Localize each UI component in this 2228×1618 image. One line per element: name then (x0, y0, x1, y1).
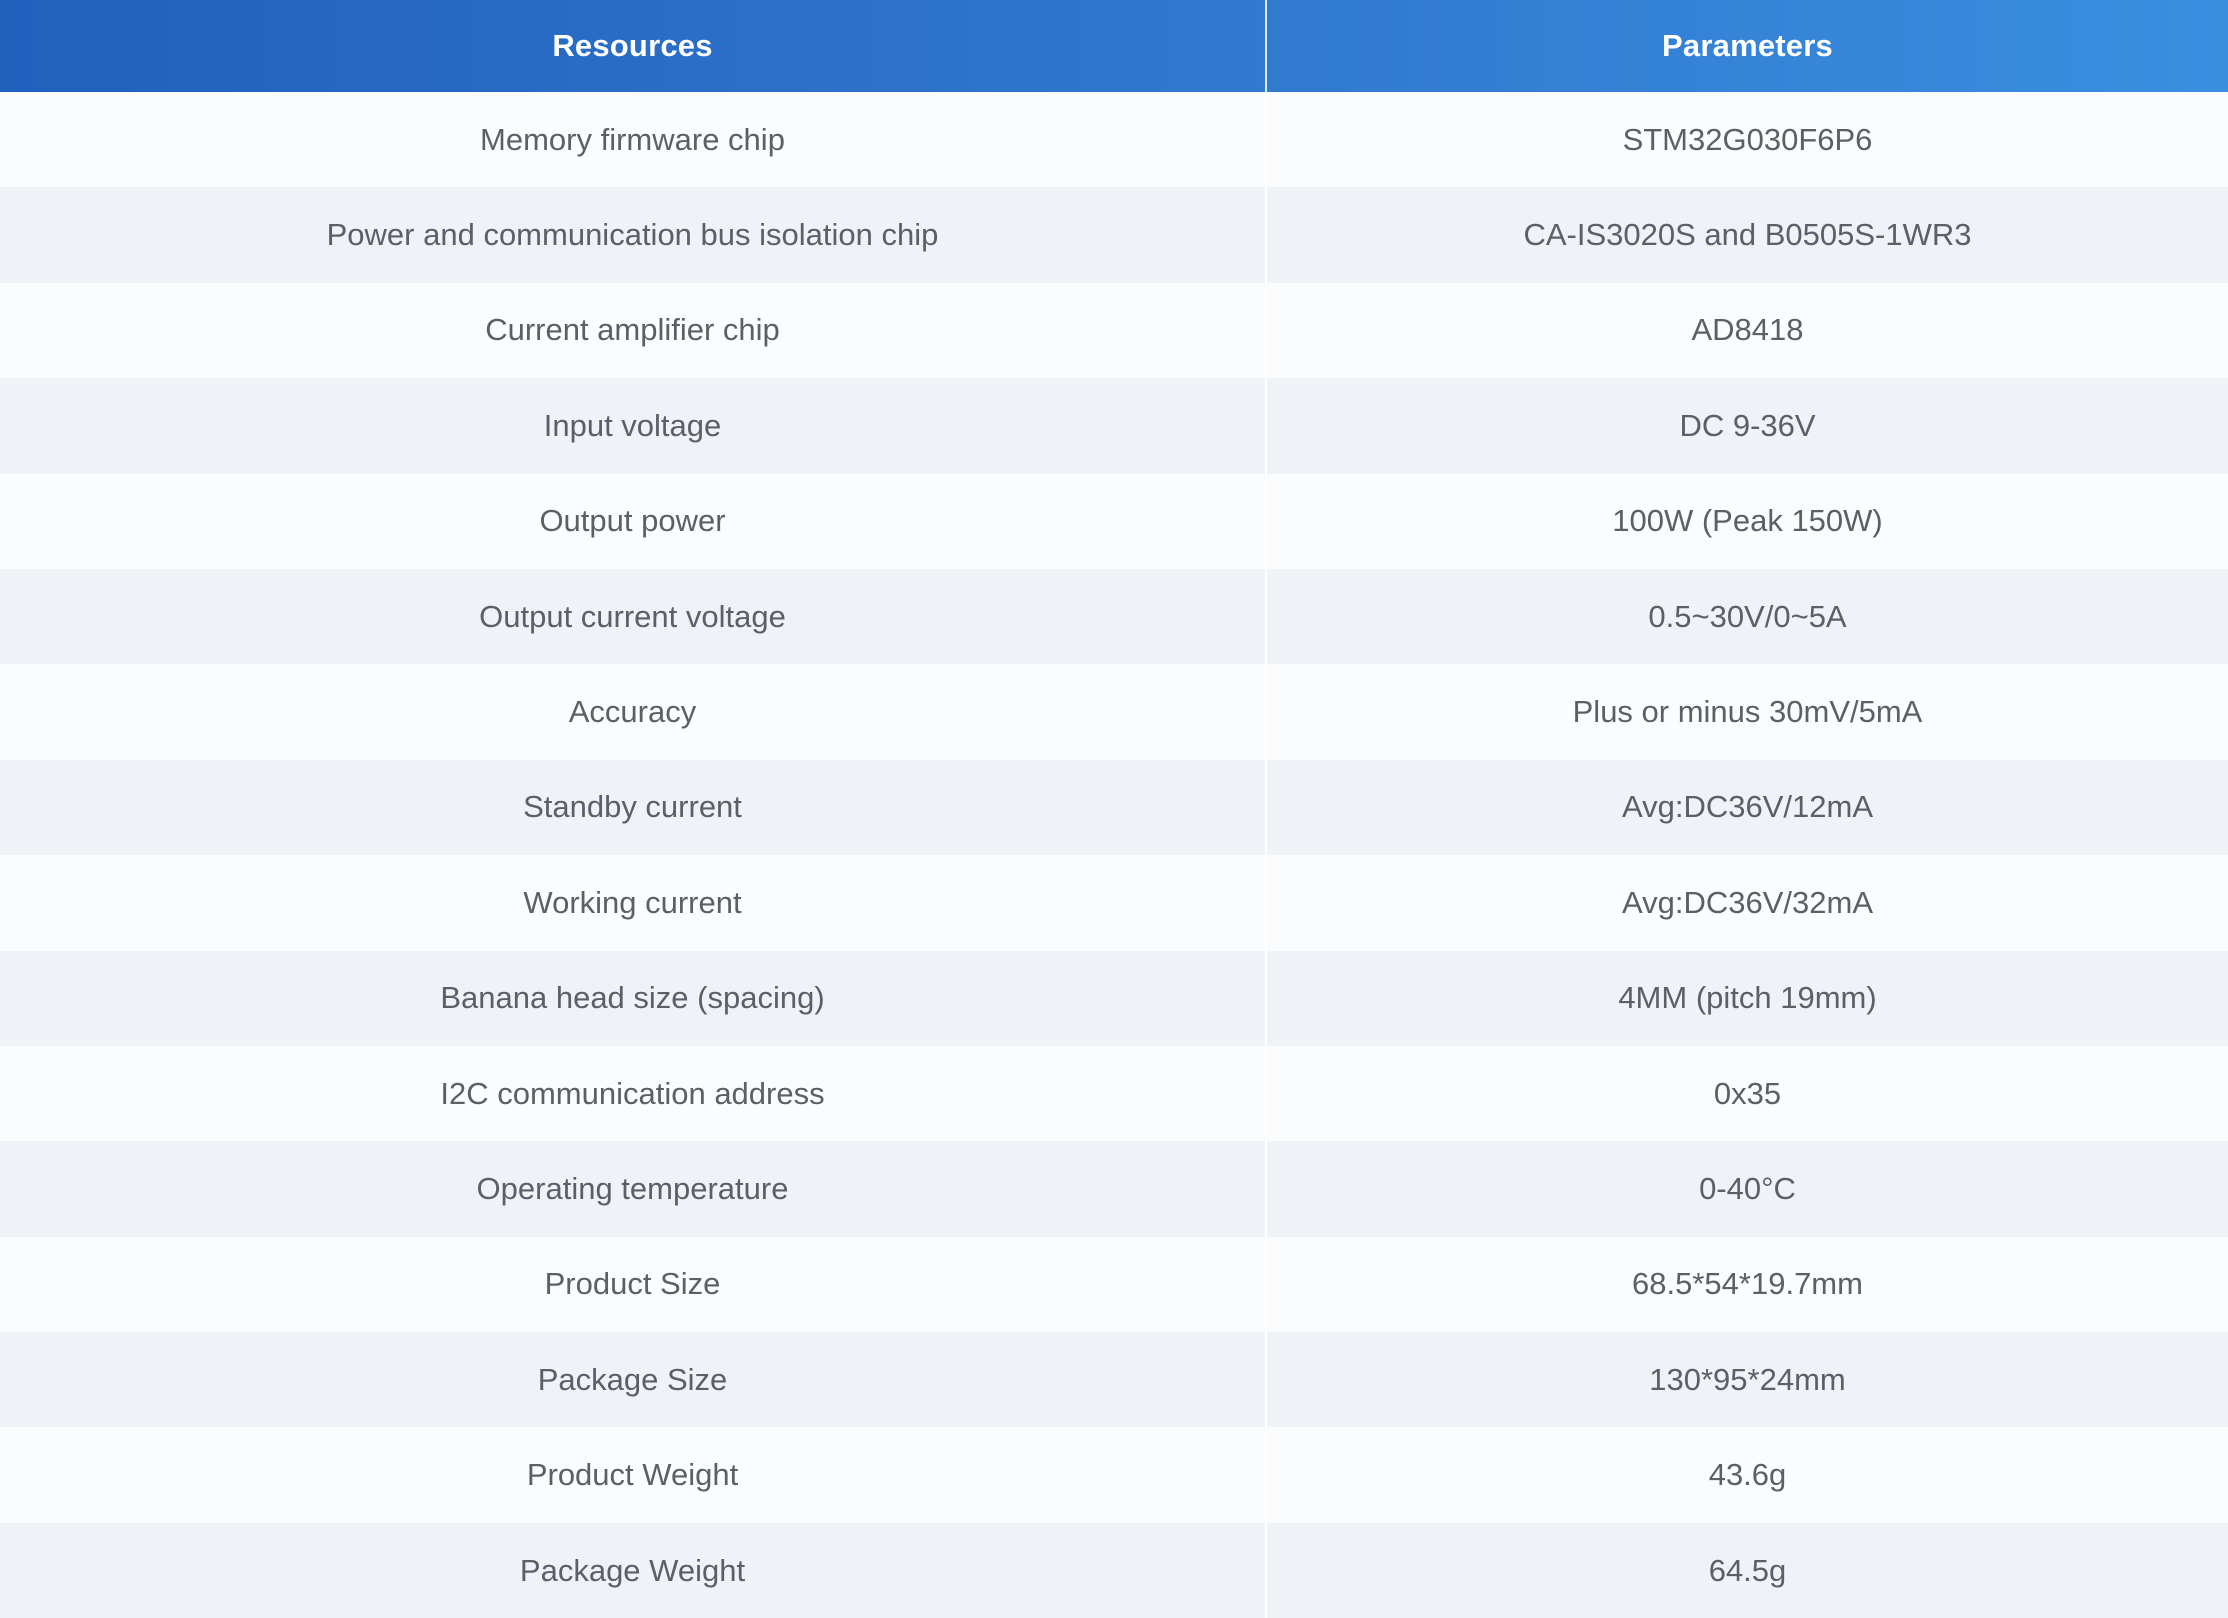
resource-cell: Product Weight (0, 1427, 1267, 1523)
resource-cell: Accuracy (0, 664, 1267, 760)
resource-cell: Product Size (0, 1236, 1267, 1333)
parameter-cell: AD8418 (1691, 312, 1804, 348)
table-row: Banana head size (spacing) 4MM (pitch 19… (0, 950, 2228, 1046)
parameter-cell: 0-40°C (1699, 1170, 1796, 1206)
resource-cell: Output power (0, 473, 1267, 569)
table-row: Power and communication bus isolation ch… (0, 187, 2228, 283)
resource-cell: Operating temperature (0, 1141, 1267, 1237)
parameter-cell: 4MM (pitch 19mm) (1618, 980, 1877, 1016)
parameter-cell: Plus or minus 30mV/5mA (1572, 694, 1923, 730)
parameter-cell: 64.5g (1708, 1552, 1787, 1588)
resource-cell: Output current voltage (0, 568, 1267, 665)
parameter-cell: 68.5*54*19.7mm (1632, 1266, 1863, 1302)
resource-cell: Power and communication bus isolation ch… (0, 187, 1267, 283)
resource-cell: Memory firmware chip (0, 92, 1267, 188)
parameter-cell: 0.5~30V/0~5A (1648, 598, 1847, 634)
resource-cell: Package Size (0, 1332, 1267, 1428)
table-row: Memory firmware chip STM32G030F6P6 (0, 92, 2228, 188)
table-row: Product Weight 43.6g (0, 1427, 2228, 1523)
header-parameters: Parameters (1662, 28, 1833, 63)
table-row: Output power 100W (Peak 150W) (0, 473, 2228, 569)
table-row: Input voltage DC 9-36V (0, 378, 2228, 474)
parameter-cell: Avg:DC36V/32mA (1622, 884, 1873, 920)
resource-cell: Current amplifier chip (0, 282, 1267, 379)
table-header: Resources Parameters (0, 0, 2228, 92)
table-row: Package Size 130*95*24mm (0, 1332, 2228, 1428)
parameter-cell: 0x35 (1713, 1075, 1782, 1111)
resource-cell: Input voltage (0, 378, 1267, 474)
table-row: Output current voltage 0.5~30V/0~5A (0, 568, 2228, 665)
table-row: Working current Avg:DC36V/32mA (0, 855, 2228, 951)
header-row: Resources Parameters (0, 0, 2228, 92)
table-row: Accuracy Plus or minus 30mV/5mA (0, 664, 2228, 760)
resource-cell: Banana head size (spacing) (0, 950, 1267, 1046)
parameter-cell: Avg:DC36V/12mA (1622, 789, 1873, 825)
spec-table: Resources Parameters Memory firmware chi… (0, 0, 2228, 1618)
resource-cell: I2C communication address (0, 1045, 1267, 1142)
parameter-cell: STM32G030F6P6 (1622, 121, 1873, 157)
table-row: I2C communication address 0x35 (0, 1045, 2228, 1142)
table-row: Current amplifier chip AD8418 (0, 282, 2228, 379)
table-row: Operating temperature 0-40°C (0, 1141, 2228, 1237)
parameter-cell: 100W (Peak 150W) (1612, 503, 1883, 539)
parameter-cell: CA-IS3020S and B0505S-1WR3 (1523, 217, 1972, 253)
table-row: Package Weight 64.5g (0, 1522, 2228, 1618)
table-row: Product Size 68.5*54*19.7mm (0, 1236, 2228, 1333)
table-body: Memory firmware chip STM32G030F6P6 Power… (0, 92, 2228, 1618)
resource-cell: Working current (0, 855, 1267, 951)
resource-cell: Standby current (0, 759, 1267, 856)
header-resources: Resources (0, 0, 1267, 92)
parameter-cell: 43.6g (1708, 1457, 1787, 1493)
parameter-cell: DC 9-36V (1679, 407, 1816, 443)
resource-cell: Package Weight (0, 1522, 1267, 1618)
table-row: Standby current Avg:DC36V/12mA (0, 759, 2228, 856)
parameter-cell: 130*95*24mm (1649, 1361, 1846, 1397)
